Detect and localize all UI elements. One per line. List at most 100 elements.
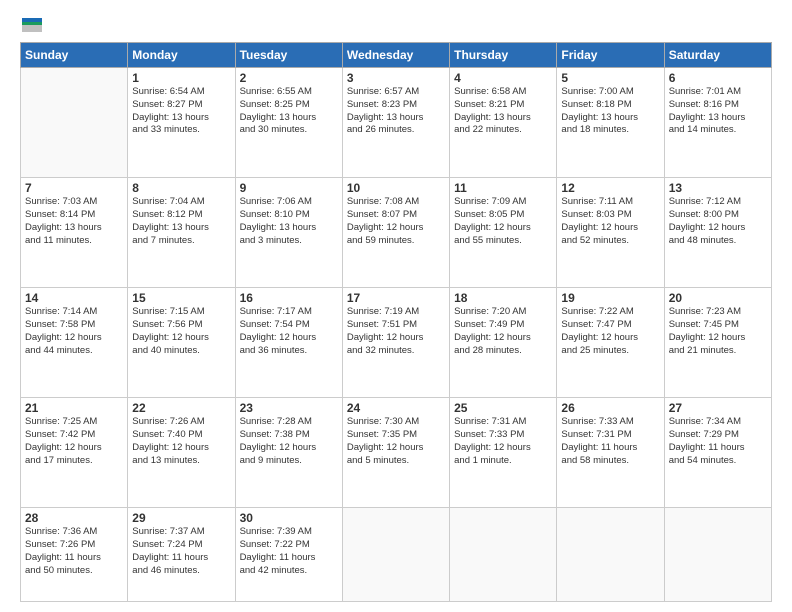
day-info: Sunrise: 7:11 AMSunset: 8:03 PMDaylight:… [561, 196, 659, 247]
calendar-header-saturday: Saturday [664, 43, 771, 68]
day-info: Sunrise: 7:01 AMSunset: 8:16 PMDaylight:… [669, 86, 767, 137]
calendar-week-2: 7Sunrise: 7:03 AMSunset: 8:14 PMDaylight… [21, 178, 772, 288]
calendar-cell: 9Sunrise: 7:06 AMSunset: 8:10 PMDaylight… [235, 178, 342, 288]
day-info: Sunrise: 6:57 AMSunset: 8:23 PMDaylight:… [347, 86, 445, 137]
day-info: Sunrise: 6:58 AMSunset: 8:21 PMDaylight:… [454, 86, 552, 137]
calendar-cell: 26Sunrise: 7:33 AMSunset: 7:31 PMDayligh… [557, 398, 664, 508]
calendar-cell: 17Sunrise: 7:19 AMSunset: 7:51 PMDayligh… [342, 288, 449, 398]
calendar-cell: 12Sunrise: 7:11 AMSunset: 8:03 PMDayligh… [557, 178, 664, 288]
page: SundayMondayTuesdayWednesdayThursdayFrid… [0, 0, 792, 612]
day-number: 2 [240, 71, 338, 85]
day-info: Sunrise: 6:54 AMSunset: 8:27 PMDaylight:… [132, 86, 230, 137]
calendar-header-row: SundayMondayTuesdayWednesdayThursdayFrid… [21, 43, 772, 68]
calendar-week-3: 14Sunrise: 7:14 AMSunset: 7:58 PMDayligh… [21, 288, 772, 398]
calendar-cell: 27Sunrise: 7:34 AMSunset: 7:29 PMDayligh… [664, 398, 771, 508]
day-info: Sunrise: 6:55 AMSunset: 8:25 PMDaylight:… [240, 86, 338, 137]
calendar-header-wednesday: Wednesday [342, 43, 449, 68]
calendar-header-sunday: Sunday [21, 43, 128, 68]
calendar-cell: 15Sunrise: 7:15 AMSunset: 7:56 PMDayligh… [128, 288, 235, 398]
day-info: Sunrise: 7:28 AMSunset: 7:38 PMDaylight:… [240, 416, 338, 467]
day-number: 11 [454, 181, 552, 195]
day-number: 12 [561, 181, 659, 195]
day-info: Sunrise: 7:12 AMSunset: 8:00 PMDaylight:… [669, 196, 767, 247]
day-number: 17 [347, 291, 445, 305]
day-number: 18 [454, 291, 552, 305]
calendar-cell: 8Sunrise: 7:04 AMSunset: 8:12 PMDaylight… [128, 178, 235, 288]
calendar-cell: 4Sunrise: 6:58 AMSunset: 8:21 PMDaylight… [450, 68, 557, 178]
calendar-cell: 2Sunrise: 6:55 AMSunset: 8:25 PMDaylight… [235, 68, 342, 178]
day-number: 23 [240, 401, 338, 415]
day-number: 6 [669, 71, 767, 85]
day-info: Sunrise: 7:14 AMSunset: 7:58 PMDaylight:… [25, 306, 123, 357]
calendar-header-tuesday: Tuesday [235, 43, 342, 68]
day-number: 20 [669, 291, 767, 305]
calendar-cell: 10Sunrise: 7:08 AMSunset: 8:07 PMDayligh… [342, 178, 449, 288]
day-number: 10 [347, 181, 445, 195]
calendar-cell [450, 508, 557, 602]
day-number: 29 [132, 511, 230, 525]
day-info: Sunrise: 7:36 AMSunset: 7:26 PMDaylight:… [25, 526, 123, 577]
day-number: 22 [132, 401, 230, 415]
logo [20, 18, 42, 32]
calendar-week-5: 28Sunrise: 7:36 AMSunset: 7:26 PMDayligh… [21, 508, 772, 602]
day-info: Sunrise: 7:15 AMSunset: 7:56 PMDaylight:… [132, 306, 230, 357]
day-number: 24 [347, 401, 445, 415]
calendar-cell: 11Sunrise: 7:09 AMSunset: 8:05 PMDayligh… [450, 178, 557, 288]
day-number: 15 [132, 291, 230, 305]
day-number: 8 [132, 181, 230, 195]
day-info: Sunrise: 7:17 AMSunset: 7:54 PMDaylight:… [240, 306, 338, 357]
day-number: 1 [132, 71, 230, 85]
calendar-cell: 13Sunrise: 7:12 AMSunset: 8:00 PMDayligh… [664, 178, 771, 288]
calendar-cell: 1Sunrise: 6:54 AMSunset: 8:27 PMDaylight… [128, 68, 235, 178]
calendar-cell: 6Sunrise: 7:01 AMSunset: 8:16 PMDaylight… [664, 68, 771, 178]
day-number: 14 [25, 291, 123, 305]
day-info: Sunrise: 7:00 AMSunset: 8:18 PMDaylight:… [561, 86, 659, 137]
day-number: 19 [561, 291, 659, 305]
calendar-cell: 21Sunrise: 7:25 AMSunset: 7:42 PMDayligh… [21, 398, 128, 508]
calendar-body: 1Sunrise: 6:54 AMSunset: 8:27 PMDaylight… [21, 68, 772, 602]
day-info: Sunrise: 7:31 AMSunset: 7:33 PMDaylight:… [454, 416, 552, 467]
calendar-cell: 30Sunrise: 7:39 AMSunset: 7:22 PMDayligh… [235, 508, 342, 602]
calendar-cell: 22Sunrise: 7:26 AMSunset: 7:40 PMDayligh… [128, 398, 235, 508]
day-number: 28 [25, 511, 123, 525]
calendar-cell: 16Sunrise: 7:17 AMSunset: 7:54 PMDayligh… [235, 288, 342, 398]
header [20, 18, 772, 32]
day-info: Sunrise: 7:22 AMSunset: 7:47 PMDaylight:… [561, 306, 659, 357]
calendar-cell: 18Sunrise: 7:20 AMSunset: 7:49 PMDayligh… [450, 288, 557, 398]
day-number: 16 [240, 291, 338, 305]
calendar-header-thursday: Thursday [450, 43, 557, 68]
day-number: 27 [669, 401, 767, 415]
calendar-cell [664, 508, 771, 602]
calendar-cell: 28Sunrise: 7:36 AMSunset: 7:26 PMDayligh… [21, 508, 128, 602]
calendar-cell: 24Sunrise: 7:30 AMSunset: 7:35 PMDayligh… [342, 398, 449, 508]
day-number: 5 [561, 71, 659, 85]
calendar-cell: 25Sunrise: 7:31 AMSunset: 7:33 PMDayligh… [450, 398, 557, 508]
calendar-week-4: 21Sunrise: 7:25 AMSunset: 7:42 PMDayligh… [21, 398, 772, 508]
day-info: Sunrise: 7:30 AMSunset: 7:35 PMDaylight:… [347, 416, 445, 467]
day-info: Sunrise: 7:34 AMSunset: 7:29 PMDaylight:… [669, 416, 767, 467]
calendar-header-monday: Monday [128, 43, 235, 68]
calendar-header-friday: Friday [557, 43, 664, 68]
day-info: Sunrise: 7:39 AMSunset: 7:22 PMDaylight:… [240, 526, 338, 577]
day-info: Sunrise: 7:26 AMSunset: 7:40 PMDaylight:… [132, 416, 230, 467]
day-info: Sunrise: 7:19 AMSunset: 7:51 PMDaylight:… [347, 306, 445, 357]
calendar-cell [557, 508, 664, 602]
day-info: Sunrise: 7:23 AMSunset: 7:45 PMDaylight:… [669, 306, 767, 357]
calendar-cell: 14Sunrise: 7:14 AMSunset: 7:58 PMDayligh… [21, 288, 128, 398]
calendar-week-1: 1Sunrise: 6:54 AMSunset: 8:27 PMDaylight… [21, 68, 772, 178]
day-info: Sunrise: 7:25 AMSunset: 7:42 PMDaylight:… [25, 416, 123, 467]
day-info: Sunrise: 7:33 AMSunset: 7:31 PMDaylight:… [561, 416, 659, 467]
calendar-cell: 29Sunrise: 7:37 AMSunset: 7:24 PMDayligh… [128, 508, 235, 602]
calendar-cell: 3Sunrise: 6:57 AMSunset: 8:23 PMDaylight… [342, 68, 449, 178]
calendar-cell: 19Sunrise: 7:22 AMSunset: 7:47 PMDayligh… [557, 288, 664, 398]
logo-flag-icon [22, 18, 42, 32]
day-info: Sunrise: 7:08 AMSunset: 8:07 PMDaylight:… [347, 196, 445, 247]
calendar-cell [21, 68, 128, 178]
calendar-cell: 7Sunrise: 7:03 AMSunset: 8:14 PMDaylight… [21, 178, 128, 288]
day-number: 26 [561, 401, 659, 415]
day-info: Sunrise: 7:04 AMSunset: 8:12 PMDaylight:… [132, 196, 230, 247]
day-info: Sunrise: 7:06 AMSunset: 8:10 PMDaylight:… [240, 196, 338, 247]
day-number: 3 [347, 71, 445, 85]
calendar-cell: 20Sunrise: 7:23 AMSunset: 7:45 PMDayligh… [664, 288, 771, 398]
day-number: 13 [669, 181, 767, 195]
